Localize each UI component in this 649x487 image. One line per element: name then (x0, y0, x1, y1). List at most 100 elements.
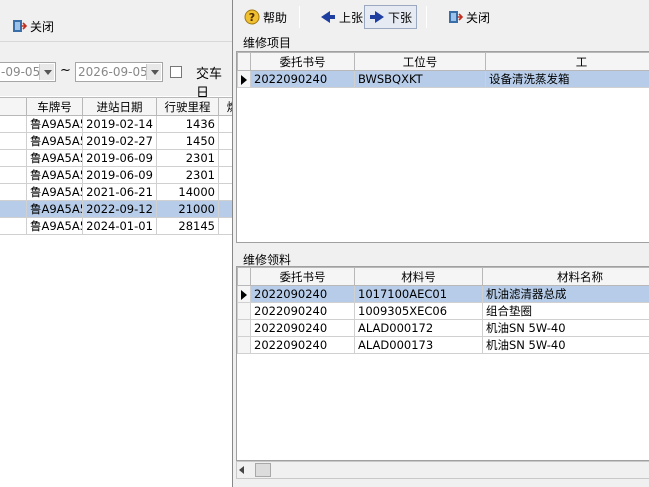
table-row[interactable]: 鲁A9A5A5 2019-06-09 2301 (0, 149, 232, 167)
cell-date: 2019-02-14 (82, 115, 157, 133)
row-header-cell (0, 217, 27, 235)
date-filter-bar: -09-05 ~ 2026-09-05 交车日 (0, 42, 232, 101)
repair-items-panel: 委托书号 工位号 工 2022090240 BWSBQXKT 设备清洗蒸发箱 (236, 51, 649, 243)
repair-materials-table: 委托书号 材料号 材料名称 2022090240 1017100AEC01 机油滤清… (237, 267, 649, 354)
prev-label: 上张 (339, 10, 364, 25)
table-row[interactable]: 鲁A9A5A5 2021-06-21 14000 (0, 183, 232, 201)
cell-plate: 鲁A9A5A5 (26, 200, 83, 218)
cell-date: 2022-09-12 (82, 200, 157, 218)
cell-plate: 鲁A9A5A5 (26, 132, 83, 150)
scroll-thumb[interactable] (255, 463, 271, 477)
cell-fuel (218, 217, 232, 235)
cell-fuel (218, 149, 232, 167)
current-row-indicator-icon (241, 75, 247, 85)
cell-date: 2021-06-21 (82, 183, 157, 201)
row-header-cell (0, 115, 27, 133)
cell-code: 1017100AEC01 (354, 285, 483, 303)
cell-name: 机油SN 5W-40 (482, 319, 649, 337)
cell-name: 机油滤清器总成 (482, 285, 649, 303)
help-icon: ? (244, 9, 260, 25)
cell-plate: 鲁A9A5A5 (26, 166, 83, 184)
cell-order: 2022090240 (250, 285, 355, 303)
cell-fuel (218, 115, 232, 133)
column-header-order[interactable]: 委托书号 (250, 52, 355, 71)
right-close-label: 关闭 (466, 10, 491, 25)
current-row-indicator-icon (241, 290, 247, 300)
cell-plate: 鲁A9A5A5 (26, 115, 83, 133)
table-row[interactable]: 2022090240 BWSBQXKT 设备清洗蒸发箱 (237, 70, 649, 88)
cell-mileage: 2301 (156, 166, 219, 184)
cell-plate: 鲁A9A5A5 (26, 217, 83, 235)
table-row[interactable]: 2022090240 1017100AEC01 机油滤清器总成 (237, 285, 649, 303)
vehicle-history-table: 车牌号 进站日期 行驶里程 燃 鲁A9A5A52019-02-141436鲁A9… (0, 97, 232, 235)
left-close-button[interactable]: 关闭 (6, 14, 59, 38)
cell-name: 设备清洗蒸发箱 (485, 70, 649, 88)
repair-detail-window: ? 帮助 上张 下张 关闭 维修项目 委托书号 工位号 工 2022090240… (232, 0, 649, 487)
table-row[interactable]: 2022090240 1009305XEC06 组合垫圈 (237, 302, 649, 320)
date-to-dropdown-icon[interactable] (146, 64, 161, 80)
horizontal-scrollbar[interactable] (236, 461, 649, 479)
repair-items-title: 维修项目 (243, 36, 292, 50)
table-row[interactable]: 2022090240 ALAD000172 机油SN 5W-40 (237, 319, 649, 337)
cell-fuel (218, 200, 232, 218)
cell-code: ALAD000172 (354, 319, 483, 337)
cell-order: 2022090240 (250, 319, 355, 337)
row-header-cell (237, 285, 251, 303)
table-row[interactable]: 2022090240 ALAD000173 机油SN 5W-40 (237, 336, 649, 354)
cell-date: 2019-02-27 (82, 132, 157, 150)
row-header-cell (0, 183, 27, 201)
column-header-plate[interactable]: 车牌号 (26, 97, 83, 116)
date-range-separator: ~ (60, 63, 71, 78)
row-header-cell (237, 70, 251, 88)
exit-door-icon (449, 11, 463, 23)
row-header-cell (0, 166, 27, 184)
column-header-mileage[interactable]: 行驶里程 (156, 97, 219, 116)
prev-record-button[interactable]: 上张 (315, 5, 368, 29)
left-toolbar: 关闭 (0, 0, 232, 42)
repair-materials-panel: 委托书号 材料号 材料名称 2022090240 1017100AEC01 机油滤清… (236, 266, 649, 461)
date-from-dropdown-icon[interactable] (39, 64, 54, 80)
date-to-value: 2026-09-05 (78, 65, 148, 79)
help-button[interactable]: ? 帮助 (239, 5, 292, 29)
column-header-fuel[interactable]: 燃 (218, 97, 232, 116)
cell-mileage: 28145 (156, 217, 219, 235)
cell-fuel (218, 132, 232, 150)
column-header-order[interactable]: 委托书号 (250, 267, 355, 286)
table-row[interactable]: 鲁A9A5A5 2019-06-09 2301 (0, 166, 232, 184)
table-header-row: 车牌号 进站日期 行驶里程 燃 (0, 97, 232, 116)
cell-order: 2022090240 (250, 336, 355, 354)
table-header-row: 委托书号 材料号 材料名称 (237, 267, 649, 286)
row-header-cell (237, 302, 251, 320)
cell-plate: 鲁A9A5A5 (26, 149, 83, 167)
cell-mileage: 14000 (156, 183, 219, 201)
svg-text:?: ? (249, 11, 255, 24)
repair-items-table: 委托书号 工位号 工 2022090240 BWSBQXKT 设备清洗蒸发箱 (237, 52, 649, 88)
column-header-material-code[interactable]: 材料号 (354, 267, 483, 286)
table-row[interactable]: 鲁A9A5A5 2022-09-12 21000 (0, 200, 232, 218)
column-header-station[interactable]: 工位号 (354, 52, 486, 71)
table-row[interactable]: 鲁A9A5A5 2019-02-27 1450 (0, 132, 232, 150)
next-record-button[interactable]: 下张 (364, 5, 418, 29)
date-to-picker[interactable]: 2026-09-05 (75, 62, 163, 82)
right-close-button[interactable]: 关闭 (442, 5, 495, 29)
deliver-date-checkbox[interactable] (170, 66, 182, 78)
column-header-item[interactable]: 工 (485, 52, 649, 71)
column-header-material-name[interactable]: 材料名称 (482, 267, 649, 286)
cell-plate: 鲁A9A5A5 (26, 183, 83, 201)
row-header-cell (0, 132, 27, 150)
table-row[interactable]: 鲁A9A5A5 2024-01-01 28145 (0, 217, 232, 235)
row-header-cell (237, 267, 251, 286)
cell-date: 2019-06-09 (82, 166, 157, 184)
row-header-cell (237, 319, 251, 337)
table-row[interactable]: 鲁A9A5A5 2019-02-14 1436 (0, 115, 232, 133)
arrow-left-icon (321, 11, 335, 23)
row-header-cell (0, 200, 27, 218)
toolbar-separator (299, 6, 300, 28)
scroll-left-icon[interactable] (239, 466, 244, 474)
cell-station: BWSBQXKT (354, 70, 486, 88)
vehicle-history-window: 关闭 -09-05 ~ 2026-09-05 交车日 车牌号 进站日期 行驶里程… (0, 0, 232, 487)
cell-date: 2019-06-09 (82, 149, 157, 167)
column-header-date[interactable]: 进站日期 (82, 97, 157, 116)
date-from-picker[interactable]: -09-05 (0, 62, 56, 82)
cell-order: 2022090240 (250, 70, 355, 88)
